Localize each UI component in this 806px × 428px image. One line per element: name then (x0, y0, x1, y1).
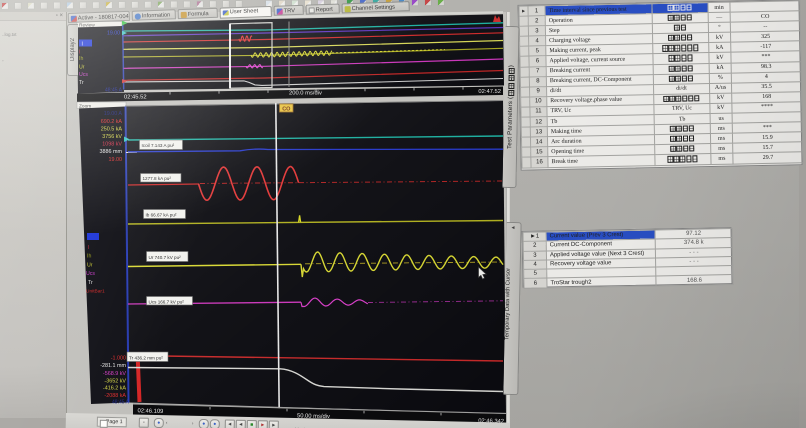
svg-text:Ih: Ih (87, 254, 91, 260)
svg-text:Tr: Tr (88, 280, 93, 286)
svg-text:I: I (79, 50, 80, 56)
svg-text:19.00 A: 19.00 A (104, 111, 123, 117)
svg-text:Ih: Ih (79, 56, 83, 62)
svg-text:02:45.52: 02:45.52 (124, 94, 147, 100)
svg-text:-2088 kA: -2088 kA (104, 393, 126, 399)
svg-text:I: I (82, 41, 83, 47)
svg-text:UnitBar1: UnitBar1 (86, 289, 105, 295)
svg-text:19.00: 19.00 (109, 157, 123, 163)
svg-text:48:45 A: 48:45 A (105, 88, 123, 94)
svg-text:3756 kV: 3756 kV (102, 134, 122, 140)
svg-text:19.00: 19.00 (107, 31, 120, 37)
svg-text:Ucs: Ucs (86, 271, 95, 277)
svg-text:48:45 A: 48:45 A (112, 400, 130, 406)
svg-text:02:47.52: 02:47.52 (478, 89, 501, 95)
svg-text:3886 mm: 3886 mm (100, 149, 123, 155)
svg-text:250.5 kA: 250.5 kA (101, 126, 123, 132)
svg-text:690.2 kA: 690.2 kA (101, 119, 123, 125)
svg-text:-568.9 kV: -568.9 kV (103, 371, 126, 377)
svg-text:I: I (88, 245, 89, 251)
svg-text:-416.2 kA: -416.2 kA (103, 386, 126, 392)
svg-text:Ur: Ur (87, 262, 93, 268)
svg-text:Ucs: Ucs (79, 72, 88, 78)
svg-text:200.0 ms/div: 200.0 ms/div (289, 90, 322, 96)
svg-text:Tr: Tr (79, 80, 84, 86)
svg-text:-281.1 mm: -281.1 mm (100, 363, 126, 369)
svg-text:1098 kV: 1098 kV (102, 142, 122, 148)
svg-text:-1.000: -1.000 (111, 356, 126, 362)
svg-text:-3652 kV: -3652 kV (104, 378, 126, 384)
svg-text:Ur: Ur (79, 64, 85, 70)
